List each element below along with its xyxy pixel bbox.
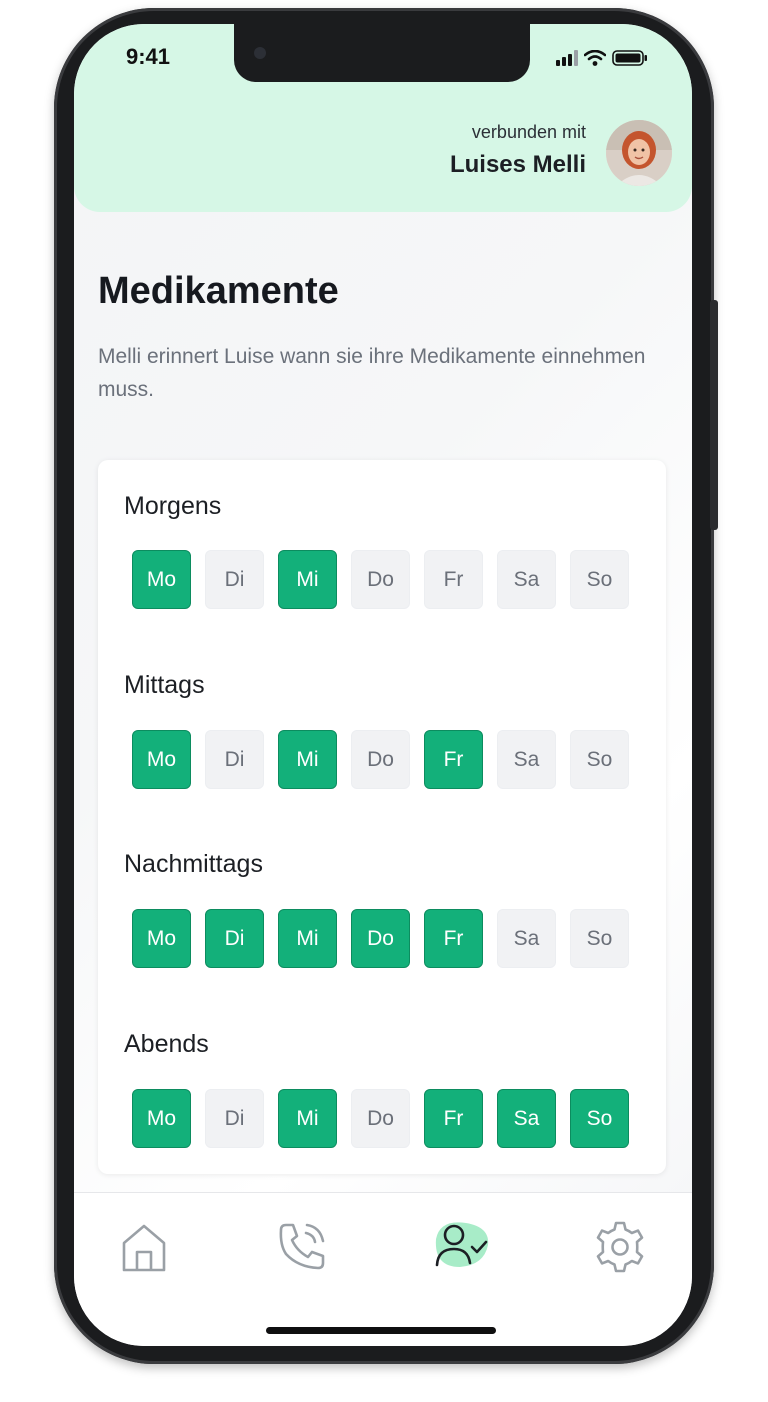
day-toggle[interactable]: Sa [497, 1089, 556, 1148]
day-toggle[interactable]: Mo [132, 730, 191, 789]
notch [234, 24, 530, 82]
day-toggle[interactable]: Fr [424, 909, 483, 968]
day-toggle[interactable]: Di [205, 909, 264, 968]
user-check-icon [435, 1222, 489, 1267]
day-toggle[interactable]: Sa [497, 909, 556, 968]
tab-calls[interactable] [272, 1217, 332, 1277]
day-row-morgens: Mo Di Mi Do Fr Sa So [132, 550, 629, 609]
connection-info: verbunden mit Luises Melli [450, 122, 586, 179]
tab-settings[interactable] [590, 1217, 650, 1277]
slot-label-nachmittags: Nachmittags [124, 850, 263, 878]
battery-icon [612, 50, 647, 66]
home-indicator [266, 1327, 496, 1334]
day-toggle[interactable]: Mo [132, 550, 191, 609]
day-toggle[interactable]: Sa [497, 730, 556, 789]
wifi-icon [584, 50, 606, 66]
day-toggle[interactable]: Mo [132, 909, 191, 968]
tab-home[interactable] [114, 1217, 174, 1277]
day-toggle[interactable]: Di [205, 730, 264, 789]
day-toggle[interactable]: Di [205, 550, 264, 609]
day-toggle[interactable]: Mo [132, 1089, 191, 1148]
device-name: Luises Melli [449, 151, 586, 178]
slot-label-morgens: Morgens [124, 492, 222, 520]
day-row-mittags: Mo Di Mi Do Fr Sa So [132, 730, 629, 789]
side-button [710, 300, 718, 530]
tab-contacts[interactable] [430, 1217, 490, 1277]
day-toggle[interactable]: So [570, 909, 629, 968]
day-toggle[interactable]: Do [351, 730, 410, 789]
day-toggle[interactable]: Mi [278, 1089, 337, 1148]
day-row-abends: Mo Di Mi Do Fr Sa So [132, 1089, 629, 1148]
page-title: Medikamente [98, 270, 339, 312]
tab-bar [74, 1192, 692, 1346]
day-toggle[interactable]: So [570, 550, 629, 609]
day-toggle[interactable]: Do [351, 1089, 410, 1148]
day-toggle[interactable]: Mi [278, 550, 337, 609]
camera [254, 47, 266, 59]
day-toggle[interactable]: Do [351, 909, 410, 968]
day-row-nachmittags: Mo Di Mi Do Fr Sa So [132, 909, 629, 968]
header: 9:41 verbunden mit Luises Melli [74, 24, 692, 212]
status-time: 9:41 [126, 44, 171, 69]
day-toggle[interactable]: Di [205, 1089, 264, 1148]
day-toggle[interactable]: So [570, 1089, 629, 1148]
day-toggle[interactable]: Sa [497, 550, 556, 609]
day-toggle[interactable]: So [570, 730, 629, 789]
avatar-image [606, 120, 672, 186]
app-screen: 9:41 verbunden mit Luises Melli Medikame… [74, 24, 692, 1346]
day-toggle[interactable]: Fr [424, 550, 483, 609]
page-description: Melli erinnert Luise wann sie ihre Medik… [98, 345, 646, 401]
slot-label-abends: Abends [124, 1030, 209, 1058]
day-toggle[interactable]: Mi [278, 730, 337, 789]
day-toggle[interactable]: Mi [278, 909, 337, 968]
day-toggle[interactable]: Do [351, 550, 410, 609]
medication-schedule-card: Morgens Mo Di Mi Do Fr Sa So Mittags Mo … [98, 460, 666, 1174]
gear-icon [596, 1221, 644, 1273]
phone-call-icon [279, 1223, 325, 1270]
home-icon [122, 1224, 166, 1272]
status-icons [556, 50, 648, 66]
day-toggle[interactable]: Fr [424, 730, 483, 789]
avatar[interactable] [606, 120, 672, 186]
slot-label-mittags: Mittags [124, 671, 205, 699]
signal-icon [556, 50, 578, 66]
connected-label: verbunden mit [471, 122, 586, 142]
day-toggle[interactable]: Fr [424, 1089, 483, 1148]
